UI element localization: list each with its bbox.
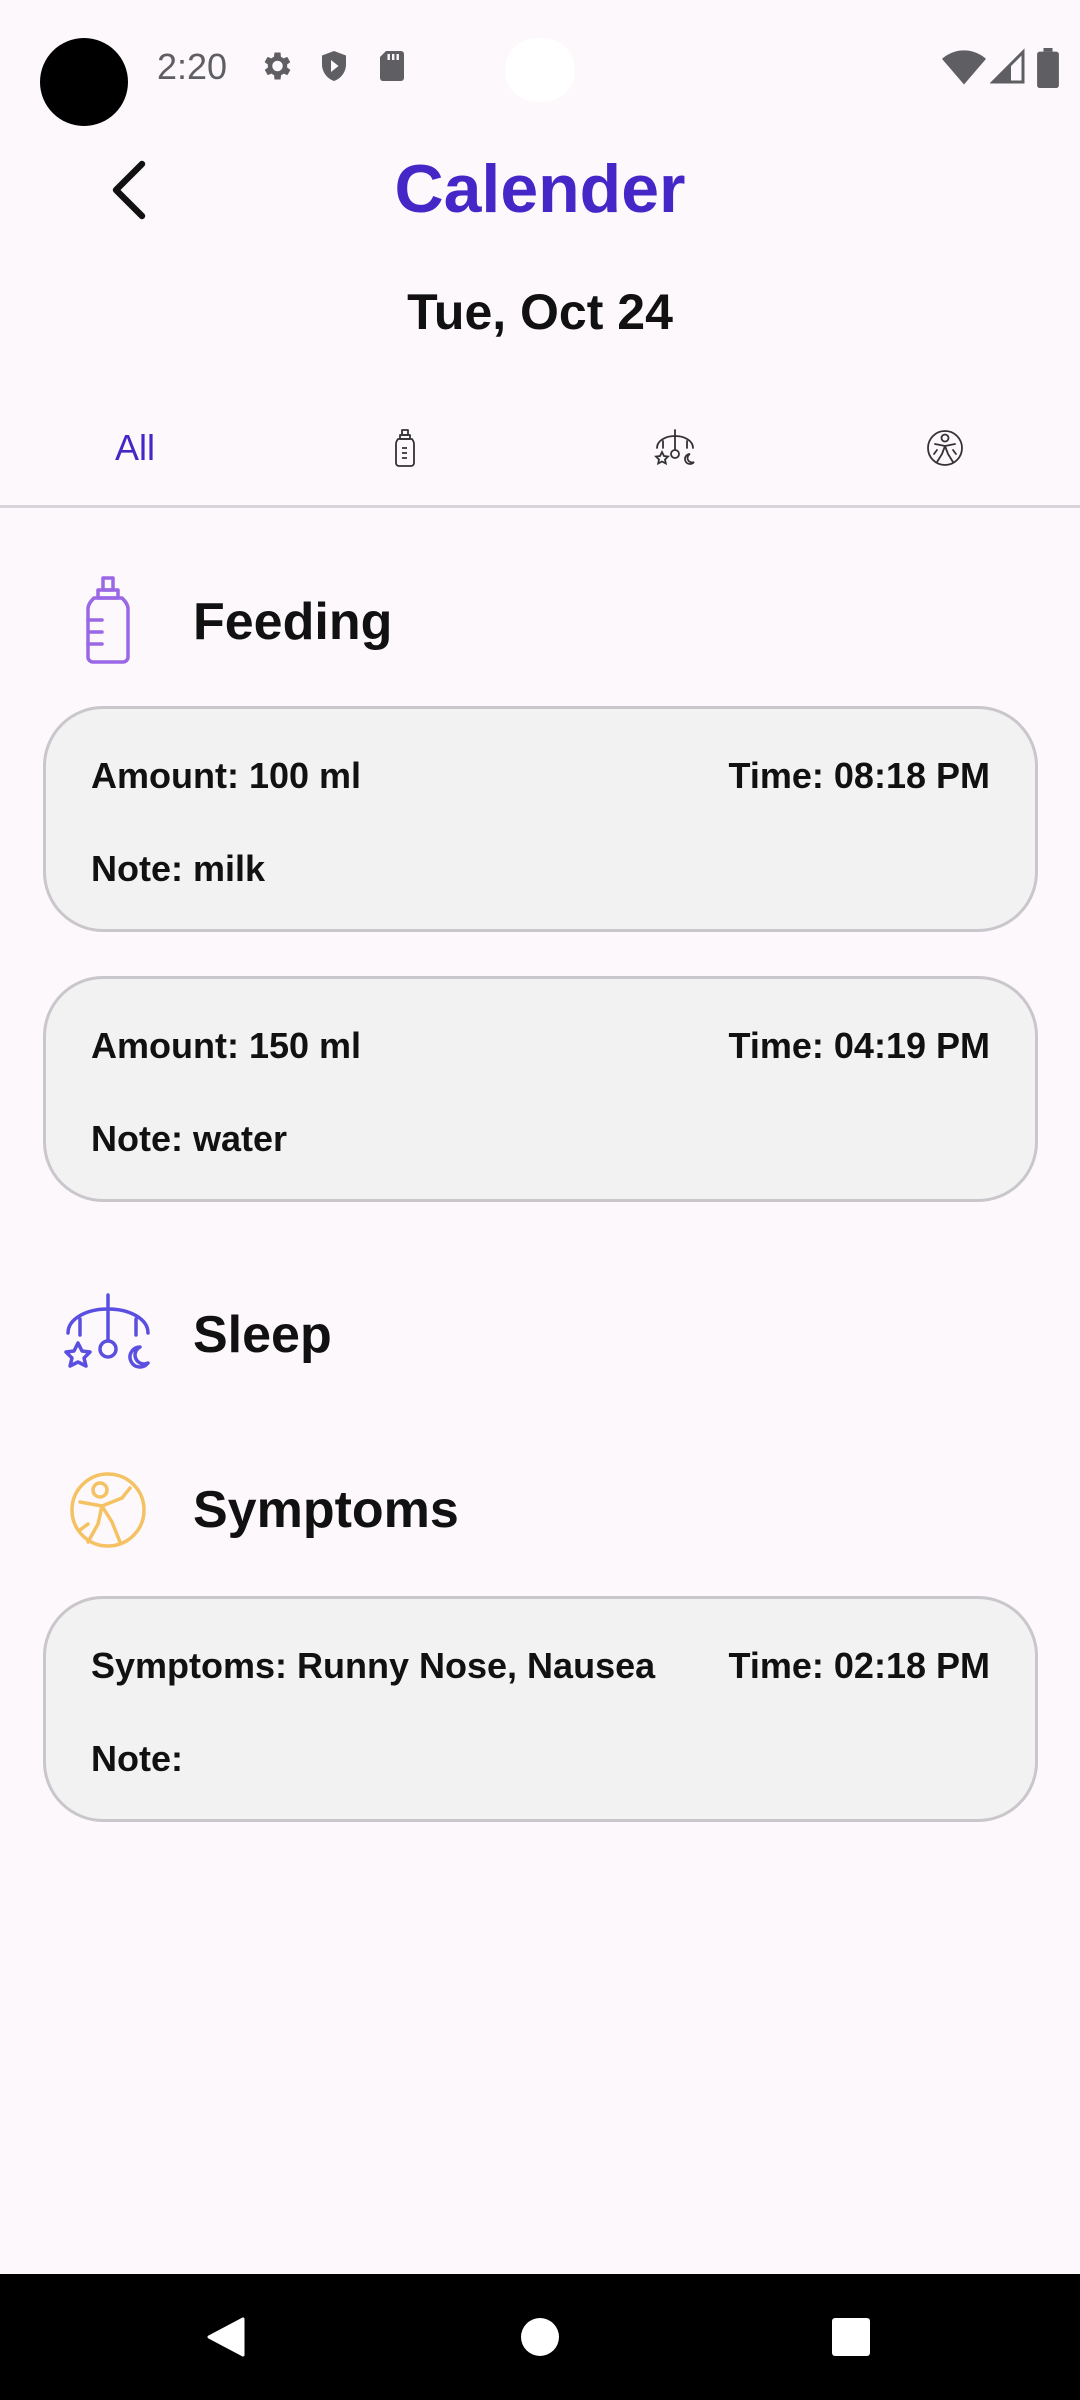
recents-square-icon <box>832 2318 870 2356</box>
shield-icon <box>322 51 346 81</box>
feeding-entry-card[interactable]: Amount: 100 ml Time: 08:18 PM Note: milk <box>43 706 1038 932</box>
symptoms-note: Note: <box>91 1738 183 1779</box>
symptoms-icon <box>927 429 963 466</box>
feeding-time: Time: 04:19 PM <box>728 1025 990 1066</box>
crib-mobile-icon <box>64 1293 150 1369</box>
sd-card-icon <box>380 51 404 81</box>
nav-home-button[interactable] <box>470 2274 610 2400</box>
feeding-title: Feeding <box>193 593 393 651</box>
tab-symptoms[interactable] <box>810 390 1080 505</box>
feeding-amount: Amount: 100 ml <box>91 755 362 796</box>
symptoms-title: Symptoms <box>193 1481 459 1539</box>
symptoms-time: Time: 02:18 PM <box>728 1645 990 1686</box>
selected-date[interactable]: Tue, Oct 24 <box>0 283 1080 341</box>
camera-cutout <box>40 38 128 126</box>
nav-recents-button[interactable] <box>781 2274 921 2400</box>
symptoms-entry-card[interactable]: Symptoms: Runny Nose, Nausea Time: 02:18… <box>43 1596 1038 1822</box>
back-triangle-icon <box>207 2317 245 2357</box>
sleep-section-header: Sleep <box>0 1285 1080 1395</box>
sleep-title: Sleep <box>193 1306 332 1364</box>
feeding-amount: Amount: 150 ml <box>91 1025 362 1066</box>
tab-all-label: All <box>114 426 155 468</box>
symptoms-section-header: Symptoms <box>0 1460 1080 1570</box>
feeding-time: Time: 08:18 PM <box>728 755 990 796</box>
status-time: 2:20 <box>157 46 228 87</box>
feeding-note: Note: water <box>91 1118 288 1159</box>
home-circle-icon <box>521 2318 559 2356</box>
system-nav-bar <box>0 2274 1080 2400</box>
feeding-section-header: Feeding <box>0 570 1080 680</box>
nav-back-button[interactable] <box>155 2274 295 2400</box>
baby-bottle-icon <box>86 576 130 664</box>
feeding-entry-card[interactable]: Amount: 150 ml Time: 04:19 PM Note: wate… <box>43 976 1038 1202</box>
feeding-note: Note: milk <box>91 848 266 889</box>
category-tabs: All <box>0 390 1080 508</box>
tab-feeding[interactable] <box>270 390 540 505</box>
status-pill <box>505 38 575 102</box>
symptoms-list: Symptoms: Runny Nose, Nausea <box>91 1645 656 1686</box>
battery-icon <box>1037 48 1059 88</box>
tab-sleep[interactable] <box>540 390 810 505</box>
symptoms-icon <box>70 1472 146 1548</box>
calendar-screen: 2:20 Calender Tue, Oct 24 All Feeding Am… <box>0 0 1080 2400</box>
tab-all[interactable]: All <box>0 390 270 505</box>
page-title: Calender <box>394 151 686 227</box>
wifi-icon <box>942 50 986 85</box>
gear-icon <box>264 52 291 80</box>
baby-bottle-icon <box>395 428 415 467</box>
signal-icon <box>990 48 1025 84</box>
status-bar: 2:20 <box>0 0 1080 130</box>
crib-mobile-icon <box>654 428 695 465</box>
